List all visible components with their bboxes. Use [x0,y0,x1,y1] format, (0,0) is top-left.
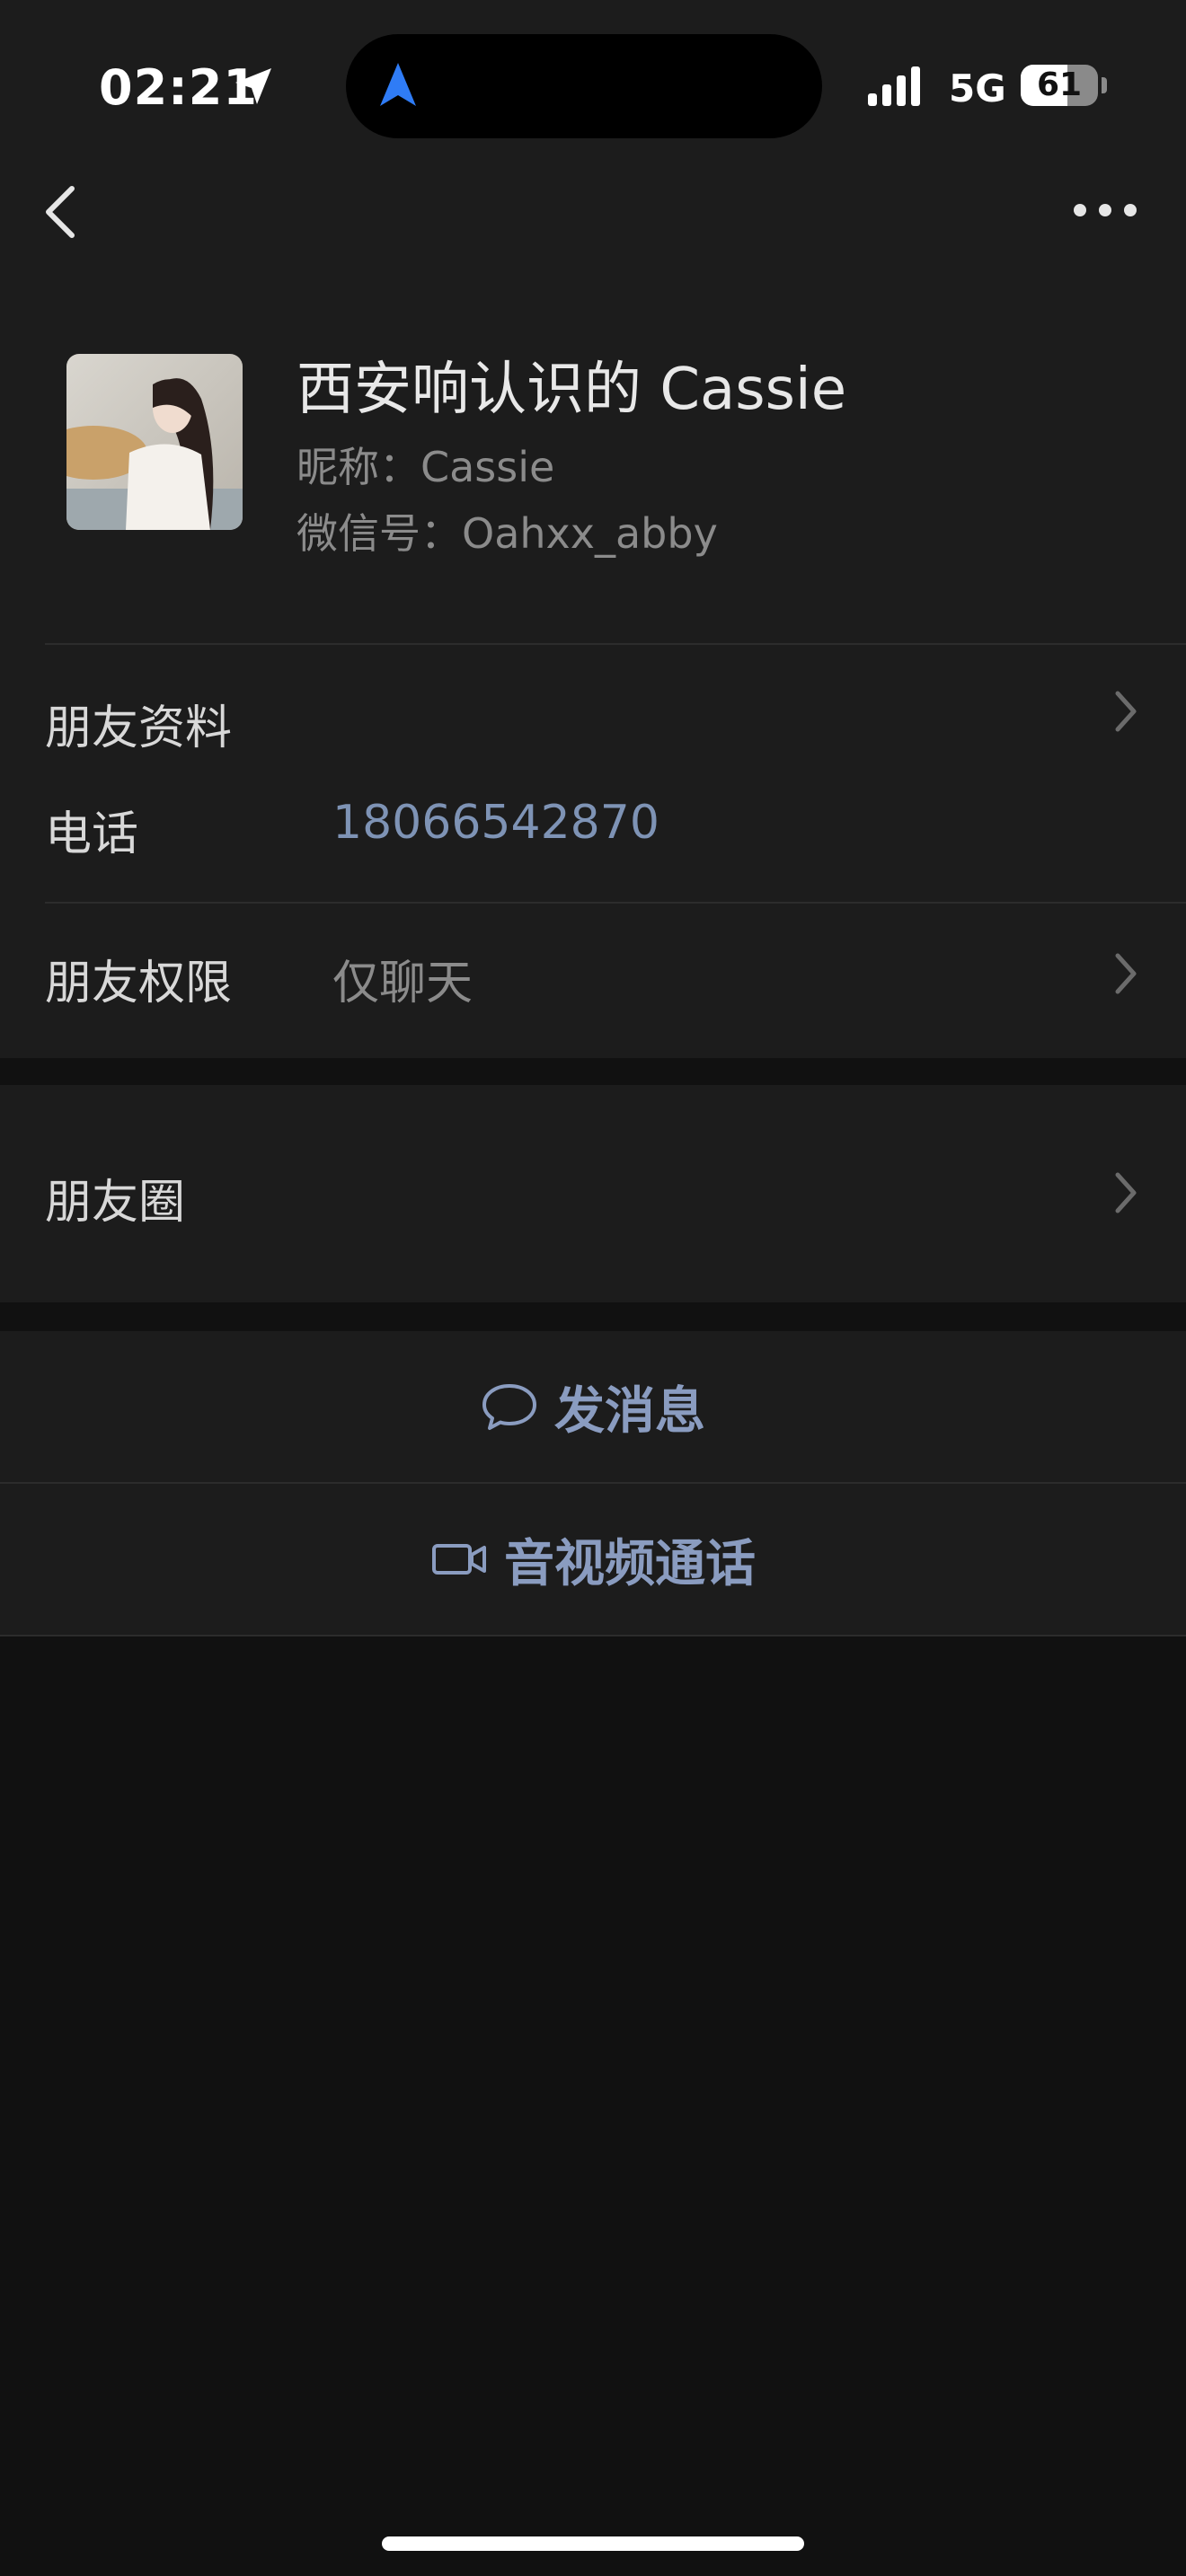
chevron-right-icon [1115,953,1137,994]
battery-cap [1102,77,1107,93]
phone-number[interactable]: 18066542870 [332,796,659,850]
chat-bubble-icon [482,1384,536,1430]
signal-icon [868,66,920,106]
divider [0,1635,1186,1636]
dynamic-island [346,34,822,138]
av-call-label: 音视频通话 [504,1534,756,1593]
profile-header: 西安响认识的 Cassie 昵称：Cassie 微信号：Oahxx_abby [0,260,1186,645]
friend-permission-value: 仅聊天 [332,957,474,1010]
battery-percent: 61 [1036,66,1083,103]
nickname: 昵称：Cassie [296,443,555,491]
moments-row[interactable]: 朋友圈 [0,1085,1186,1302]
friend-permission-row[interactable]: 朋友权限 仅聊天 [0,904,1186,1058]
nav-bar [0,162,1186,260]
remark-name: 西安响认识的 Cassie [296,357,847,423]
avatar[interactable] [66,354,243,530]
status-bar: 02:21 5G 61 [0,0,1186,162]
home-indicator[interactable] [382,2536,804,2551]
more-dots-icon[interactable] [1069,190,1141,230]
friend-profile-label: 朋友资料 [45,701,233,755]
send-message-label: 发消息 [554,1381,705,1441]
video-camera-icon [432,1544,486,1575]
wechat-id[interactable]: 微信号：Oahxx_abby [296,501,718,560]
chevron-right-icon [1115,1172,1137,1213]
phone-label: 电话 [45,807,139,861]
location-arrow-icon [235,68,271,104]
friend-permission-label: 朋友权限 [45,957,233,1010]
friend-profile-row[interactable]: 朋友资料 [0,645,1186,780]
phone-row: 电话 18066542870 [0,780,1186,898]
av-call-button[interactable]: 音视频通话 [0,1484,1186,1635]
chevron-left-icon[interactable] [36,181,90,243]
navigation-icon [380,63,416,106]
battery-icon: 61 [1021,65,1098,106]
moments-label: 朋友圈 [45,1176,186,1230]
chevron-right-icon [1115,691,1137,732]
network-type: 5G [949,66,1006,110]
send-message-button[interactable]: 发消息 [0,1331,1186,1482]
info-group: 朋友资料 电话 18066542870 朋友权限 仅聊天 [0,645,1186,1058]
